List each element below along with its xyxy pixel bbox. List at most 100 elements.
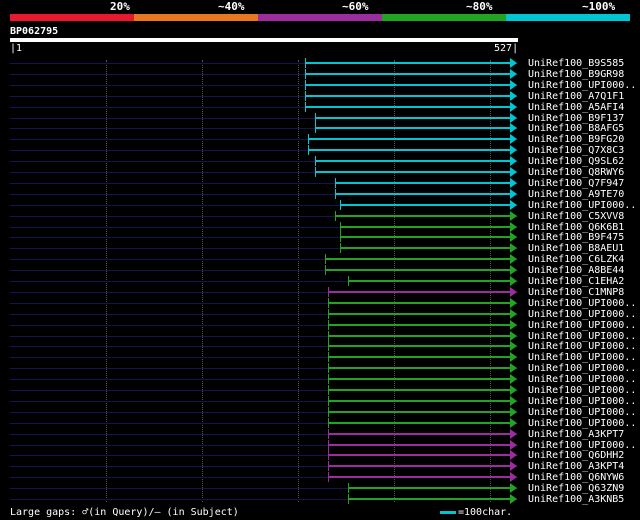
hit-row[interactable]: UniRef100_UPI000..: [0, 374, 640, 385]
hit-bar[interactable]: [348, 498, 510, 500]
hit-bar[interactable]: [328, 465, 510, 468]
hit-row[interactable]: UniRef100_UPI000..: [0, 385, 640, 396]
hit-label[interactable]: UniRef100_Q6DHH2: [528, 450, 624, 461]
hit-row[interactable]: UniRef100_B9F137: [0, 112, 640, 124]
hit-bar[interactable]: [340, 203, 510, 206]
hit-label[interactable]: UniRef100_C1EHA2: [528, 276, 624, 287]
hit-label[interactable]: UniRef100_UPI000..: [528, 320, 636, 331]
hit-row[interactable]: UniRef100_UPI000..: [0, 341, 640, 352]
hit-label[interactable]: UniRef100_C6LZK4: [528, 254, 624, 265]
hit-label[interactable]: UniRef100_A3KPT7: [528, 429, 624, 440]
hit-row[interactable]: UniRef100_UPI000..: [0, 439, 640, 451]
hit-label[interactable]: UniRef100_C5XVV8: [528, 211, 624, 222]
hit-label[interactable]: UniRef100_B9F475: [528, 232, 624, 243]
hit-row[interactable]: UniRef100_B9F475: [0, 232, 640, 243]
hit-row[interactable]: UniRef100_B8AFG5: [0, 123, 640, 134]
hit-row[interactable]: UniRef100_Q63ZN9: [0, 483, 640, 494]
hit-bar[interactable]: [325, 269, 510, 272]
hit-label[interactable]: UniRef100_UPI000..: [528, 396, 636, 407]
hit-bar[interactable]: [305, 83, 510, 86]
hit-row[interactable]: UniRef100_A3KPT7: [0, 428, 640, 440]
hit-label[interactable]: UniRef100_UPI000..: [528, 385, 636, 396]
hit-row[interactable]: UniRef100_A3KPT4: [0, 461, 640, 472]
hit-row[interactable]: UniRef100_UPI000..: [0, 199, 640, 211]
hit-label[interactable]: UniRef100_Q6K6B1: [528, 222, 624, 233]
hit-row[interactable]: UniRef100_UPI000..: [0, 308, 640, 320]
hit-row[interactable]: UniRef100_UPI000..: [0, 395, 640, 407]
hit-label[interactable]: UniRef100_UPI000..: [528, 331, 636, 342]
hit-bar[interactable]: [328, 421, 510, 424]
hit-bar[interactable]: [315, 171, 510, 173]
hit-bar[interactable]: [328, 334, 510, 337]
hit-row[interactable]: UniRef100_Q8RWY6: [0, 167, 640, 178]
hit-row[interactable]: UniRef100_A8BE44: [0, 265, 640, 276]
hit-row[interactable]: UniRef100_C1MNP8: [0, 286, 640, 298]
hit-label[interactable]: UniRef100_UPI000..: [528, 363, 636, 374]
hit-bar[interactable]: [328, 312, 510, 315]
hit-row[interactable]: UniRef100_A7Q1F1: [0, 90, 640, 102]
hit-bar[interactable]: [340, 225, 510, 228]
hit-label[interactable]: UniRef100_Q6NYW6: [528, 472, 624, 483]
hit-bar[interactable]: [335, 192, 510, 195]
hit-bar[interactable]: [340, 247, 510, 250]
hit-bar[interactable]: [328, 454, 510, 457]
hit-row[interactable]: UniRef100_Q7X8C3: [0, 145, 640, 156]
hit-row[interactable]: UniRef100_A9TE70: [0, 188, 640, 200]
hit-label[interactable]: UniRef100_UPI000..: [528, 298, 636, 309]
hit-bar[interactable]: [305, 94, 510, 97]
hit-bar[interactable]: [305, 72, 510, 75]
hit-row[interactable]: UniRef100_B9GR98: [0, 68, 640, 80]
hit-row[interactable]: UniRef100_UPI000..: [0, 406, 640, 418]
hit-label[interactable]: UniRef100_UPI000..: [528, 418, 636, 429]
hit-bar[interactable]: [305, 62, 510, 64]
hit-bar[interactable]: [308, 149, 510, 152]
hit-label[interactable]: UniRef100_UPI000..: [528, 440, 636, 451]
hit-label[interactable]: UniRef100_Q63ZN9: [528, 483, 624, 494]
hit-bar[interactable]: [340, 236, 510, 239]
hit-row[interactable]: UniRef100_UPI000..: [0, 363, 640, 374]
hit-row[interactable]: UniRef100_A3KNB5: [0, 494, 640, 505]
hit-row[interactable]: UniRef100_C5XVV8: [0, 210, 640, 222]
hit-row[interactable]: UniRef100_Q7F947: [0, 177, 640, 189]
hit-label[interactable]: UniRef100_Q8RWY6: [528, 167, 624, 178]
hit-label[interactable]: UniRef100_UPI000..: [528, 407, 636, 418]
hit-label[interactable]: UniRef100_UPI000..: [528, 341, 636, 352]
hit-row[interactable]: UniRef100_UPI000..: [0, 352, 640, 363]
hit-bar[interactable]: [305, 105, 510, 108]
hit-label[interactable]: UniRef100_Q7X8C3: [528, 145, 624, 156]
hit-bar[interactable]: [315, 160, 510, 163]
hit-label[interactable]: UniRef100_A7Q1F1: [528, 91, 624, 102]
hit-row[interactable]: UniRef100_A5AFI4: [0, 101, 640, 113]
hit-label[interactable]: UniRef100_B9S585: [528, 58, 624, 69]
hit-label[interactable]: UniRef100_B8AFG5: [528, 123, 624, 134]
hit-label[interactable]: UniRef100_A5AFI4: [528, 102, 624, 113]
hit-label[interactable]: UniRef100_B9GR98: [528, 69, 624, 80]
hit-bar[interactable]: [328, 378, 510, 381]
hit-label[interactable]: UniRef100_A9TE70: [528, 189, 624, 200]
hit-bar[interactable]: [328, 367, 510, 370]
hit-bar[interactable]: [328, 443, 510, 446]
hit-label[interactable]: UniRef100_A8BE44: [528, 265, 624, 276]
hit-row[interactable]: UniRef100_B8AEU1: [0, 243, 640, 254]
hit-row[interactable]: UniRef100_B9FG20: [0, 134, 640, 145]
hit-bar[interactable]: [328, 432, 510, 435]
hit-row[interactable]: UniRef100_B9S585: [0, 58, 640, 69]
hit-label[interactable]: UniRef100_Q7F947: [528, 178, 624, 189]
hit-label[interactable]: UniRef100_B9FG20: [528, 134, 624, 145]
hit-bar[interactable]: [315, 116, 510, 119]
hit-bar[interactable]: [335, 181, 510, 184]
hit-bar[interactable]: [328, 301, 510, 304]
hit-row[interactable]: UniRef100_UPI000..: [0, 330, 640, 342]
hit-label[interactable]: UniRef100_UPI000..: [528, 309, 636, 320]
hit-label[interactable]: UniRef100_UPI000..: [528, 200, 636, 211]
hit-label[interactable]: UniRef100_A3KPT4: [528, 461, 624, 472]
hit-row[interactable]: UniRef100_Q9SL62: [0, 156, 640, 167]
hit-bar[interactable]: [328, 476, 510, 479]
hit-bar[interactable]: [328, 410, 510, 413]
hit-label[interactable]: UniRef100_UPI000..: [528, 80, 636, 91]
hit-bar[interactable]: [328, 290, 510, 293]
hit-row[interactable]: UniRef100_UPI000..: [0, 319, 640, 331]
hit-bar[interactable]: [328, 389, 510, 391]
hit-bar[interactable]: [328, 345, 510, 348]
hit-label[interactable]: UniRef100_Q9SL62: [528, 156, 624, 167]
